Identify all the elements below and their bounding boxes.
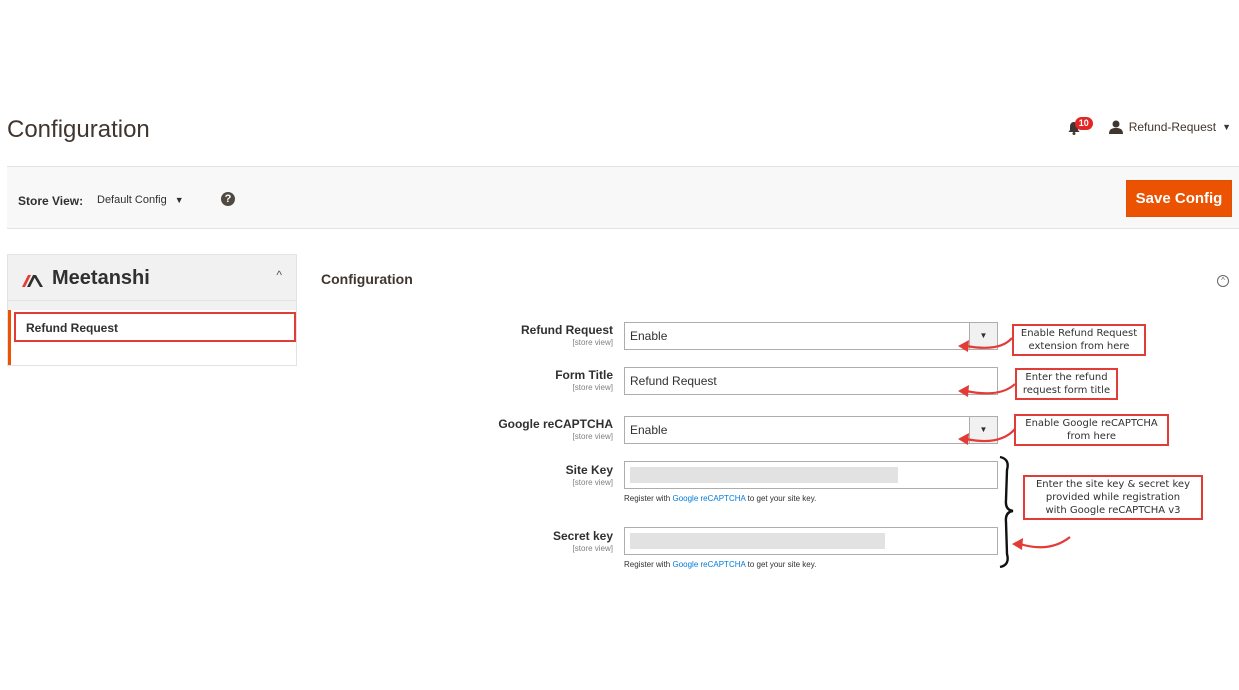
callout-line: from here	[1067, 431, 1116, 442]
callout-line: extension from here	[1028, 341, 1130, 352]
callout-recaptcha: Enable Google reCAPTCHA from here	[1014, 414, 1169, 446]
curly-brace	[999, 455, 1014, 569]
arrow-keys	[1019, 536, 1071, 549]
arrow-title	[965, 383, 1016, 395]
callout-refund: Enable Refund Request extension from her…	[1012, 324, 1146, 356]
callout-title: Enter the refund request form title	[1015, 368, 1118, 400]
callout-line: Enter the site key & secret key	[1035, 479, 1191, 490]
arrow-recaptcha	[965, 428, 1016, 443]
callout-line: with Google reCAPTCHA v3	[1045, 505, 1181, 516]
callout-line: Enable Google reCAPTCHA	[1025, 418, 1158, 429]
callout-line: request form title	[1022, 385, 1111, 396]
callout-line: Enter the refund	[1025, 372, 1108, 383]
arrow-refund	[965, 337, 1013, 349]
callout-line: Enable Refund Request	[1020, 328, 1138, 339]
callout-line: provided while registration	[1045, 492, 1181, 503]
callout-keys: Enter the site key & secret key provided…	[1023, 475, 1203, 520]
